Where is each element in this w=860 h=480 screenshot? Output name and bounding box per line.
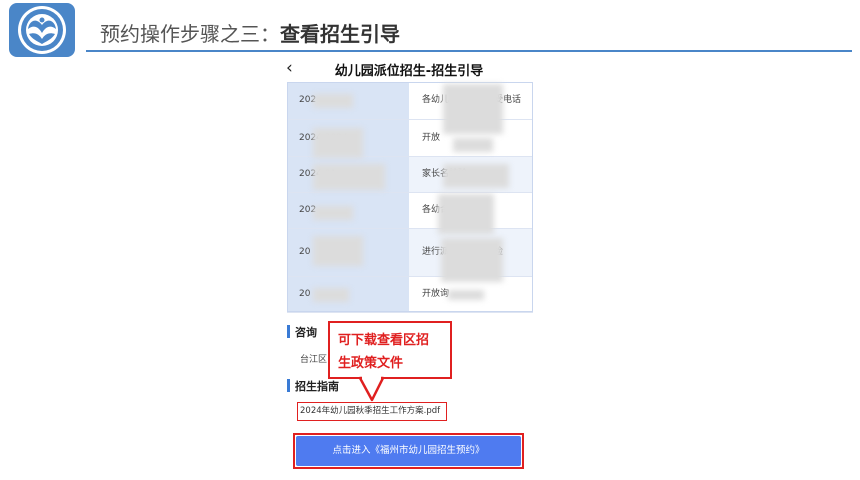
redaction-block: [313, 164, 385, 190]
nav-bar: ‹ 幼儿园派位招生-招生引导: [283, 56, 535, 82]
redaction-block: [313, 94, 353, 108]
consult-heading: 咨询: [287, 324, 317, 340]
slide-title: 预约操作步骤之三：查看招生引导: [100, 18, 400, 47]
callout-box: 可下载查看区招 生政策文件: [328, 321, 452, 379]
section-marker: [287, 325, 290, 338]
section-marker: [287, 379, 290, 392]
consult-address: 台江区: [300, 355, 328, 365]
redaction-block: [448, 290, 484, 300]
consult-heading-label: 咨询: [295, 326, 317, 339]
enter-booking-button[interactable]: 点击进入《福州市幼儿园招生预约》: [296, 436, 521, 466]
redaction-block: [443, 164, 509, 188]
redaction-block: [313, 288, 349, 302]
kindergarten-logo: [9, 3, 75, 57]
nav-title: 幼儿园派位招生-招生引导: [334, 64, 484, 79]
policy-pdf-link[interactable]: 2024年幼儿园秋季招生工作方案.pdf: [297, 402, 447, 421]
redaction-block: [313, 236, 363, 266]
callout-line: 生政策文件: [338, 356, 404, 371]
redaction-block: [313, 128, 363, 158]
slide-title-prefix: 预约操作步骤之三：: [100, 22, 280, 46]
redaction-block: [441, 238, 503, 282]
guide-heading: 招生指南: [287, 378, 339, 394]
phone-screenshot: ‹ 幼儿园派位招生-招生引导 202 各幼儿园招生公示受电话 2024 2024…: [283, 56, 535, 476]
slide-title-emphasis: 查看招生引导: [280, 22, 400, 46]
redaction-block: [438, 194, 494, 234]
guide-heading-label: 招生指南: [295, 380, 339, 393]
redaction-block: [313, 206, 353, 220]
redaction-block: [443, 84, 503, 134]
callout-line: 可下载查看区招: [338, 333, 430, 348]
redaction-block: [453, 138, 493, 152]
slide: 预约操作步骤之三：查看招生引导 ‹ 幼儿园派位招生-招生引导 202 各幼儿园招…: [0, 0, 860, 480]
header-divider: [86, 50, 852, 52]
callout-text: 可下载查看区招 生政策文件: [338, 329, 448, 375]
